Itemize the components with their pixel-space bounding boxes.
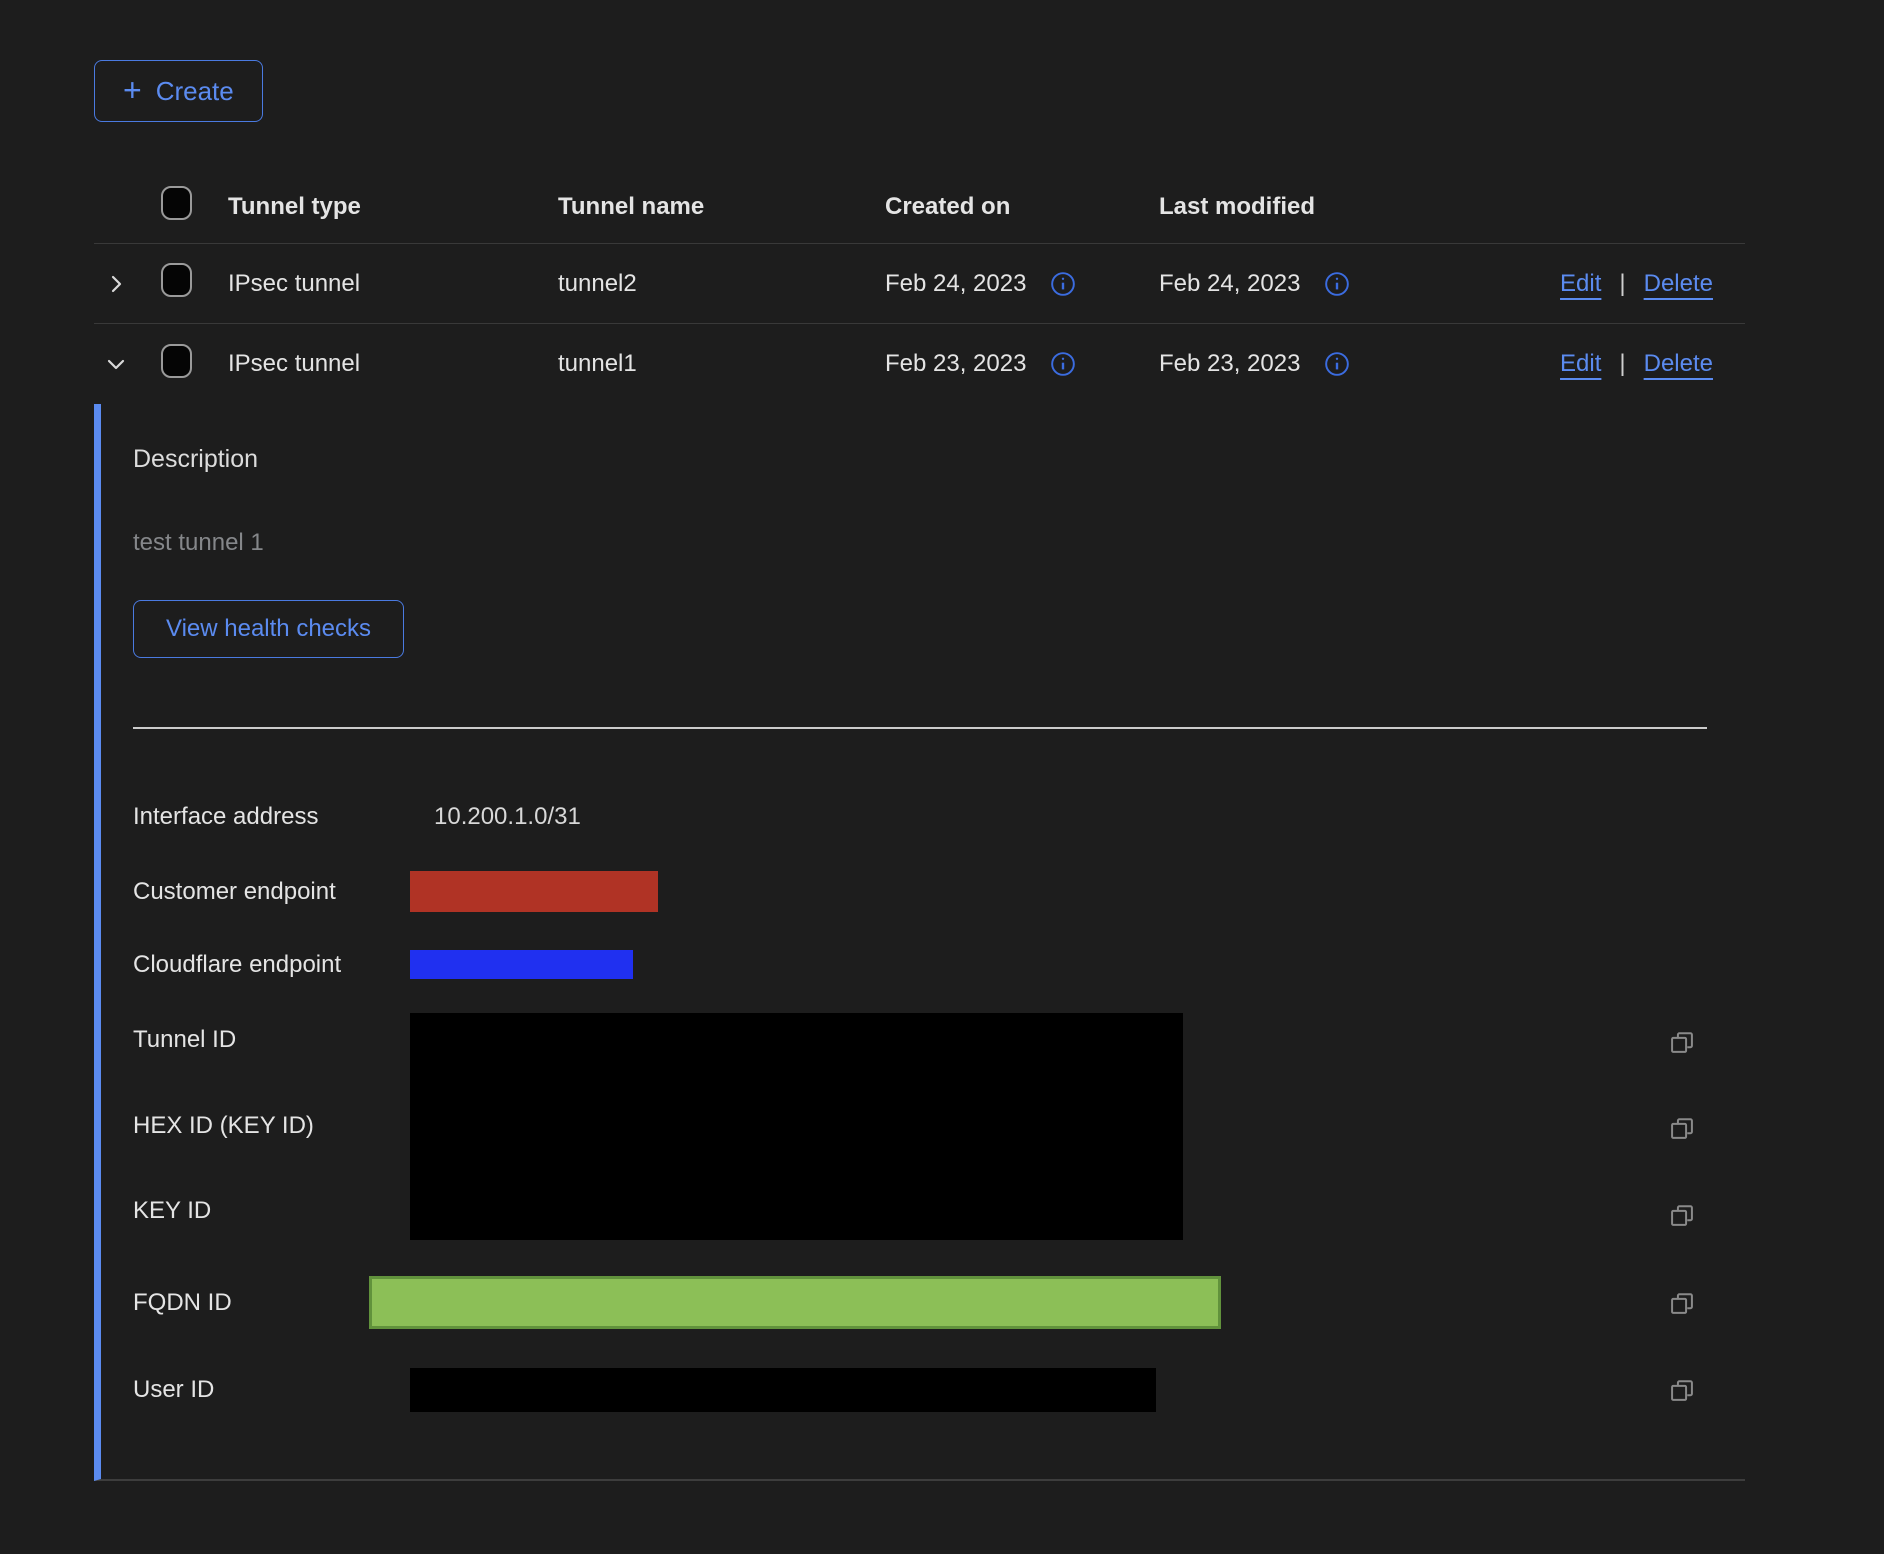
copy-tunnel-id-button[interactable] [1668, 1028, 1696, 1056]
info-icon[interactable] [1324, 271, 1350, 297]
create-button[interactable]: + Create [94, 60, 263, 122]
customer-endpoint-redacted-value [410, 871, 658, 912]
copy-icon [1668, 1289, 1696, 1317]
tunnel-name-value: tunnel1 [558, 350, 885, 378]
copy-icon [1668, 1114, 1696, 1142]
interface-address-value: 10.200.1.0/31 [434, 803, 581, 831]
copy-fqdn-id-button[interactable] [1668, 1289, 1696, 1317]
plus-icon: + [123, 74, 142, 106]
row-checkbox[interactable] [161, 344, 192, 378]
last-modified-value: Feb 24, 2023 [1159, 270, 1300, 298]
copy-icon [1668, 1376, 1696, 1404]
copy-icon [1668, 1201, 1696, 1229]
action-separator: | [1619, 270, 1625, 298]
last-modified-value: Feb 23, 2023 [1159, 350, 1300, 378]
user-id-redacted-value [410, 1368, 1156, 1412]
tunnels-page: + Create Tunnel type Tunnel name Created… [94, 60, 1745, 1481]
create-button-label: Create [156, 76, 234, 107]
info-icon[interactable] [1050, 271, 1076, 297]
copy-user-id-button[interactable] [1668, 1376, 1696, 1404]
tunnel-id-label: Tunnel ID [133, 1025, 410, 1055]
delete-link[interactable]: Delete [1644, 350, 1713, 378]
header-created-on: Created on [885, 193, 1159, 221]
created-on-value: Feb 24, 2023 [885, 270, 1026, 298]
action-separator: | [1619, 350, 1625, 378]
info-icon[interactable] [1050, 351, 1076, 377]
hex-id-label: HEX ID (KEY ID) [133, 1111, 410, 1141]
user-id-label: User ID [133, 1376, 410, 1404]
tunnel-type-value: IPsec tunnel [228, 270, 558, 298]
expand-row-button[interactable] [94, 272, 161, 296]
header-tunnel-name: Tunnel name [558, 193, 885, 221]
copy-key-id-button[interactable] [1668, 1201, 1696, 1229]
tunnel-ids-group: Tunnel ID HEX ID (KEY ID) KEY ID [133, 1013, 1745, 1240]
key-id-label: KEY ID [133, 1196, 410, 1226]
chevron-right-icon [104, 272, 128, 296]
fqdn-id-row: FQDN ID [133, 1276, 1745, 1329]
view-health-checks-button[interactable]: View health checks [133, 600, 404, 658]
delete-link[interactable]: Delete [1644, 270, 1713, 298]
cloudflare-endpoint-label: Cloudflare endpoint [133, 951, 410, 979]
section-divider [133, 727, 1707, 729]
header-tunnel-type: Tunnel type [228, 193, 558, 221]
fqdn-id-redacted-value [369, 1276, 1221, 1329]
info-icon[interactable] [1324, 351, 1350, 377]
copy-icon [1668, 1028, 1696, 1056]
description-value: test tunnel 1 [133, 528, 1745, 558]
chevron-down-icon [104, 352, 128, 376]
customer-endpoint-label: Customer endpoint [133, 878, 410, 906]
table-row: IPsec tunnel tunnel2 Feb 24, 2023 Feb 24… [94, 244, 1745, 324]
tunnel-name-value: tunnel2 [558, 270, 885, 298]
cloudflare-endpoint-row: Cloudflare endpoint [133, 950, 1745, 979]
cloudflare-endpoint-redacted-value [410, 950, 633, 979]
tunnel-table: Tunnel type Tunnel name Created on Last … [94, 170, 1745, 1481]
copy-hex-id-button[interactable] [1668, 1114, 1696, 1142]
edit-link[interactable]: Edit [1560, 350, 1601, 378]
customer-endpoint-row: Customer endpoint [133, 871, 1745, 912]
table-header-row: Tunnel type Tunnel name Created on Last … [94, 170, 1745, 244]
edit-link[interactable]: Edit [1560, 270, 1601, 298]
user-id-row: User ID [133, 1368, 1745, 1412]
collapse-row-button[interactable] [94, 352, 161, 376]
row-checkbox[interactable] [161, 263, 192, 297]
select-all-checkbox[interactable] [161, 186, 192, 220]
description-label: Description [133, 444, 1745, 474]
interface-address-label: Interface address [133, 803, 410, 831]
table-row: IPsec tunnel tunnel1 Feb 23, 2023 Feb 23… [94, 324, 1745, 404]
created-on-value: Feb 23, 2023 [885, 350, 1026, 378]
tunnel-detail-panel: Description test tunnel 1 View health ch… [94, 404, 1745, 1481]
ids-redacted-value [410, 1013, 1183, 1240]
interface-address-row: Interface address 10.200.1.0/31 [133, 802, 1745, 832]
header-last-modified: Last modified [1159, 193, 1745, 221]
tunnel-type-value: IPsec tunnel [228, 350, 558, 378]
